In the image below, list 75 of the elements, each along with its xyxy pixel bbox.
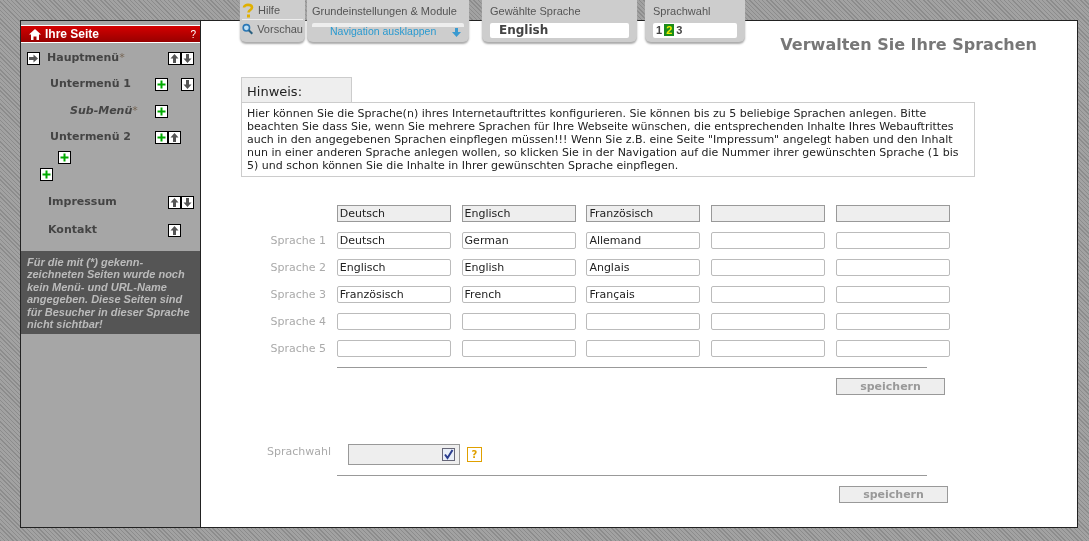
language-number[interactable]: 3 [674, 24, 685, 36]
checkbox[interactable] [442, 448, 455, 461]
plus-icon[interactable] [58, 151, 71, 164]
arrow-right-icon[interactable] [27, 52, 40, 65]
language-name-field[interactable] [461, 340, 576, 357]
menu-item[interactable]: Untermenü 1 [50, 76, 131, 93]
language-name-field[interactable] [836, 232, 950, 249]
current-language-field: English [490, 22, 629, 38]
language-name-field[interactable] [586, 313, 701, 330]
plus-icon[interactable] [155, 78, 168, 91]
row-label: Sprache 1 [269, 233, 326, 249]
language-name-field[interactable]: Français [586, 286, 701, 303]
language-name-field[interactable] [711, 340, 826, 357]
language-header-field[interactable] [711, 205, 826, 222]
language-name-field[interactable] [836, 340, 950, 357]
language-name-field[interactable] [836, 313, 950, 330]
home-icon [29, 28, 41, 40]
language-header-field[interactable]: Französisch [586, 205, 701, 222]
plus-icon[interactable] [155, 131, 168, 144]
settings-label: Grundeinstellungen & Module [312, 4, 458, 19]
language-name-field[interactable]: Anglais [586, 259, 701, 276]
sidebar-title: Ihre Seite [45, 26, 101, 43]
search-icon[interactable] [242, 22, 254, 36]
plus-icon[interactable] [155, 104, 168, 118]
language-name-field[interactable]: Französisch [336, 286, 451, 303]
menu-item[interactable]: Hauptmenü* [47, 50, 125, 67]
menu-item[interactable]: Untermenü 2 [50, 129, 131, 146]
row-label: Sprache 5 [269, 341, 326, 357]
language-name-field[interactable] [586, 340, 701, 357]
selector-label: Sprachwahl [267, 444, 332, 460]
notice-text: Hier können Sie die Sprache(n) ihres Internetauftrittes konfigurieren. Sie können bis zu 5 beliebige Sprachen anlegen. Bitte beachten Sie dass Sie, wenn Sie mehrere Sprachen für Ihre Webseite wünschen, die entsprechenden Inhalte Ihres Webauftrittes auch in den angegebenen Sprachen einpflegen müssen!!! Wenn Sie z.B. eine Seite "Impressum" angelegt haben und den Inhalt nun in einer anderen Sprache anlegen wollen, so klicken Sie in der Navigation auf die Nummer ihrer gewünschten Sprache (1 bis 5) und schon können Sie die Inhalte in Ihrer gewünschten Sprache einpflegen. [241, 102, 975, 177]
language-name-field[interactable]: Englisch [336, 259, 451, 276]
row-label: Sprache 4 [269, 314, 326, 330]
language-header-field[interactable]: Englisch [461, 205, 576, 222]
language-switch-label: Sprachwahl [653, 4, 712, 19]
language-name-field[interactable] [836, 286, 950, 303]
menu-item[interactable]: Kontakt [48, 222, 97, 239]
notice-title: Hinweis: [241, 77, 352, 102]
language-name-field[interactable] [711, 286, 826, 303]
language-name-field[interactable] [461, 313, 576, 330]
arrow-up-icon[interactable] [168, 131, 181, 144]
arrow-down-icon[interactable] [181, 52, 194, 65]
row-label: Sprache 3 [269, 287, 326, 303]
language-name-field[interactable] [336, 313, 451, 330]
info-note: Für die mit (*) gekenn-zeichneten Seiten wurde noch kein Menü- und URL-Name angegeben. Diese Seiten sind für Besucher in dieser Sprache nicht sichtbar! [21, 251, 200, 335]
menu-item[interactable]: Impressum [48, 194, 117, 211]
selector-field[interactable] [348, 444, 460, 465]
language-name-field[interactable] [711, 232, 826, 249]
language-name-field[interactable] [711, 313, 826, 330]
row-label: Sprache 2 [269, 260, 326, 276]
language-header-field[interactable] [836, 205, 950, 222]
language-name-field[interactable] [711, 259, 826, 276]
arrow-down-icon [452, 27, 461, 37]
plus-icon[interactable] [40, 167, 53, 181]
preview-link[interactable]: Vorschau [257, 20, 303, 38]
arrow-down-icon[interactable] [181, 196, 194, 209]
arrow-down-icon[interactable] [181, 78, 194, 91]
page-title: Verwalten Sie Ihre Sprachen [779, 34, 1038, 53]
help-link[interactable]: ? [190, 26, 196, 42]
language-name-field[interactable] [336, 340, 451, 357]
language-number[interactable]: 2 [664, 24, 675, 36]
language-name-field[interactable]: Allemand [586, 232, 701, 249]
arrow-up-icon[interactable] [168, 52, 181, 65]
language-name-field[interactable]: French [461, 286, 576, 303]
language-name-field[interactable]: English [461, 259, 576, 276]
help-link[interactable]: Hilfe [258, 2, 280, 19]
language-name-field[interactable] [836, 259, 950, 276]
arrow-up-icon[interactable] [168, 196, 181, 209]
language-name-field[interactable]: German [461, 232, 576, 249]
language-number[interactable]: 1 [654, 24, 665, 36]
language-label: Gewählte Sprache [490, 4, 582, 19]
language-name-field[interactable]: Deutsch [336, 232, 451, 249]
menu-item[interactable]: Sub-Menü* [70, 102, 138, 120]
arrow-up-icon[interactable] [168, 224, 181, 237]
language-header-field[interactable]: Deutsch [336, 205, 451, 222]
